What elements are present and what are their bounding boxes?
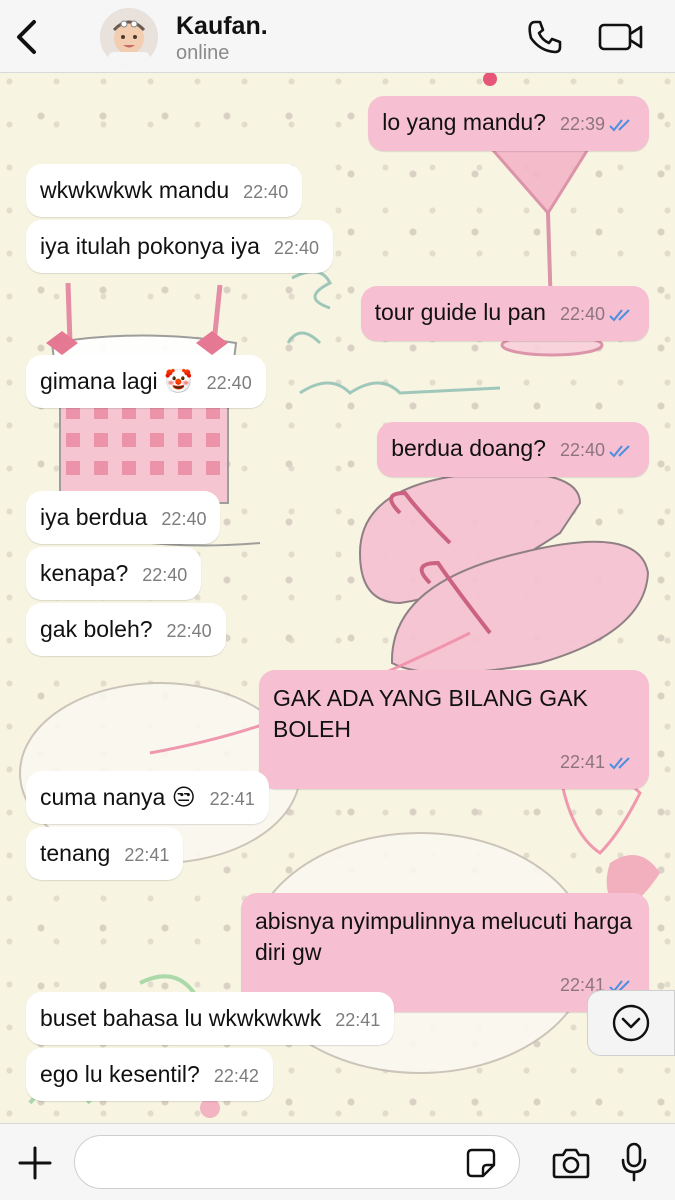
message-text: iya itulah pokonya iya (40, 233, 260, 259)
message-time: 22:40 (206, 373, 252, 393)
add-attachment-button[interactable] (18, 1146, 52, 1180)
message-incoming[interactable]: tenang 22:41 (26, 827, 184, 880)
message-text: GAK ADA YANG BILANG GAK BOLEH (273, 685, 588, 742)
camera-icon (552, 1148, 590, 1179)
message-incoming[interactable]: gimana lagi 🤡 22:40 (26, 355, 266, 408)
message-text: gimana lagi 🤡 (40, 368, 193, 394)
message-text: iya berdua (40, 504, 148, 530)
message-text: berdua doang? (391, 435, 546, 461)
message-time: 22:42 (213, 1066, 259, 1086)
message-time: 22:40 (243, 182, 289, 202)
video-call-button[interactable] (598, 20, 644, 54)
message-input[interactable] (74, 1135, 520, 1189)
message-outgoing[interactable]: lo yang mandu? 22:39 (368, 96, 649, 151)
camera-button[interactable] (552, 1146, 590, 1180)
message-text: lo yang mandu? (382, 109, 546, 135)
avatar-photo (100, 8, 158, 66)
phone-icon (528, 20, 562, 54)
message-outgoing[interactable]: tour guide lu pan 22:40 (360, 286, 649, 341)
message-incoming[interactable]: wkwkwkwk mandu 22:40 (26, 164, 303, 217)
message-time: 22:41 (559, 752, 605, 772)
read-receipt-icon (609, 111, 635, 138)
chat-area[interactable]: lo yang mandu? 22:39 wkwkwkwk mandu 22:40 … (0, 73, 675, 1123)
message-text: ego lu kesentil? (40, 1061, 200, 1087)
message-incoming[interactable]: iya berdua 22:40 (26, 491, 221, 544)
message-time: 22:41 (335, 1010, 381, 1030)
message-incoming[interactable]: gak boleh? 22:40 (26, 603, 226, 656)
scroll-to-bottom-button[interactable] (587, 990, 675, 1056)
back-button[interactable] (12, 18, 42, 56)
message-text: buset bahasa lu wkwkwkwk (40, 1005, 322, 1031)
microphone-icon (621, 1142, 647, 1182)
chevron-down-circle-icon (612, 1004, 650, 1042)
message-incoming[interactable]: iya itulah pokonya iya 22:40 (26, 220, 333, 273)
message-time: 22:40 (166, 621, 212, 641)
plus-icon (18, 1146, 52, 1180)
message-text: cuma nanya 😒 (40, 784, 196, 810)
sticker-icon (466, 1148, 496, 1178)
message-text: kenapa? (40, 560, 129, 586)
voice-message-button[interactable] (620, 1142, 648, 1182)
video-camera-icon (598, 23, 643, 51)
message-outgoing[interactable]: berdua doang? 22:40 (377, 422, 649, 477)
message-time: 22:40 (559, 440, 605, 460)
chevron-left-icon (17, 20, 36, 54)
message-time: 22:40 (273, 238, 319, 258)
contact-name[interactable]: Kaufan. (176, 12, 268, 41)
read-receipt-icon (609, 749, 635, 776)
message-text: wkwkwkwk mandu (40, 177, 230, 203)
contact-status: online (176, 42, 230, 64)
sticker-button[interactable] (466, 1148, 496, 1178)
message-incoming[interactable]: ego lu kesentil? 22:42 (26, 1048, 273, 1101)
message-time: 22:40 (142, 565, 188, 585)
message-text: tenang (40, 840, 111, 866)
message-time: 22:41 (124, 845, 170, 865)
message-time: 22:40 (161, 509, 207, 529)
voice-call-button[interactable] (526, 18, 564, 56)
ballet-shoes-illustration (358, 471, 650, 674)
chat-header: Kaufan. online (0, 0, 675, 73)
message-text: gak boleh? (40, 616, 153, 642)
message-text: tour guide lu pan (374, 299, 546, 325)
message-time: 22:40 (559, 304, 605, 324)
message-time: 22:39 (559, 114, 605, 134)
composer-bar (0, 1123, 675, 1200)
message-incoming[interactable]: cuma nanya 😒 22:41 (26, 771, 269, 824)
message-outgoing[interactable]: GAK ADA YANG BILANG GAK BOLEH 22:41 (259, 670, 649, 789)
read-receipt-icon (609, 437, 635, 464)
avatar[interactable] (100, 8, 158, 66)
read-receipt-icon (609, 301, 635, 328)
message-time: 22:41 (209, 789, 255, 809)
message-incoming[interactable]: kenapa? 22:40 (26, 547, 202, 600)
message-incoming[interactable]: buset bahasa lu wkwkwkwk 22:41 (26, 992, 395, 1045)
message-text: abisnya nyimpulinnya melucuti harga diri… (255, 908, 633, 965)
